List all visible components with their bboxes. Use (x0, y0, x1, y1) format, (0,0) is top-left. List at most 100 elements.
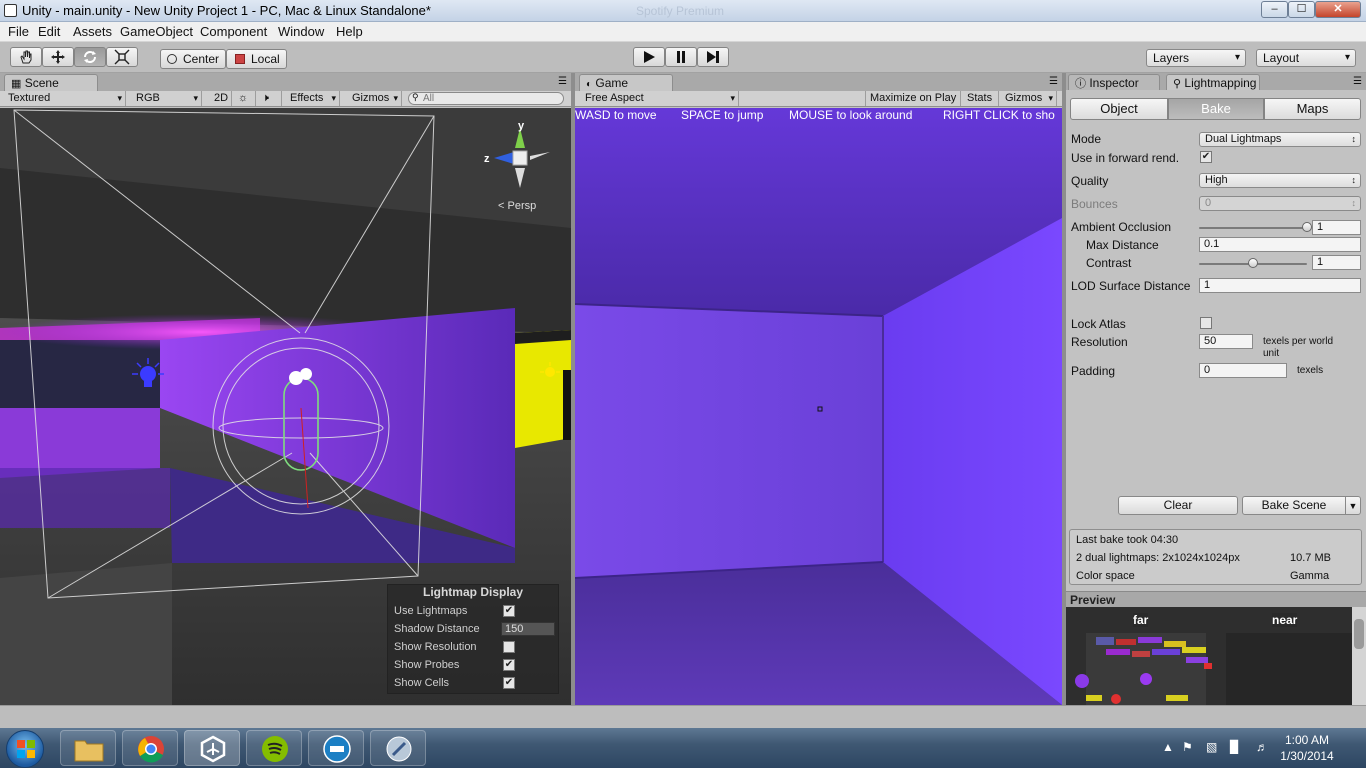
menu-assets[interactable]: Assets (73, 24, 112, 39)
lightmap-preview[interactable]: far near (1066, 607, 1366, 705)
show-probes-checkbox[interactable]: ✔ (503, 659, 515, 671)
max-distance-input[interactable]: 0.1 (1199, 237, 1361, 252)
speaker-icon: 🕨 (262, 92, 269, 104)
preview-scrollbar-thumb[interactable] (1354, 619, 1364, 649)
start-button[interactable] (6, 730, 44, 768)
taskbar-explorer[interactable] (60, 730, 116, 766)
menu-gameobject[interactable]: GameObject (120, 24, 193, 39)
pivot-center-button[interactable]: Center (160, 49, 226, 69)
tab-inspector[interactable]: ⓘ Inspector (1068, 74, 1160, 91)
taskbar-clock[interactable]: 1:00 AM 1/30/2014 (1272, 732, 1342, 764)
scene-grid-icon: ▦ (11, 78, 22, 90)
windows-logo-icon (17, 740, 35, 758)
taskbar-chrome[interactable] (122, 730, 178, 766)
clock-date: 1/30/2014 (1280, 749, 1334, 763)
taskbar-app[interactable] (370, 730, 426, 766)
volume-icon[interactable]: ♬ (1256, 740, 1268, 754)
tab-lightmapping[interactable]: ⚲ Lightmapping (1166, 74, 1260, 91)
segment-bake[interactable]: Bake (1168, 98, 1264, 120)
tab-game[interactable]: ◐ Game (579, 74, 673, 91)
menu-component[interactable]: Component (200, 24, 267, 39)
shadow-distance-input[interactable]: 150 (501, 622, 555, 636)
2d-toggle[interactable]: 2D (210, 91, 232, 106)
bake-info-box: Last bake took 04:30 2 dual lightmaps: 2… (1069, 529, 1362, 585)
hand-tool-button[interactable] (10, 47, 42, 67)
ambient-occlusion-slider-track[interactable] (1199, 227, 1307, 229)
scene-game-splitter[interactable] (571, 73, 575, 705)
resolution-input[interactable]: 50 (1199, 334, 1253, 349)
mode-dropdown[interactable]: Dual Lightmaps (1199, 132, 1361, 147)
effects-dropdown[interactable]: Effects (286, 91, 340, 106)
scene-search-input[interactable]: All (408, 92, 564, 105)
flag-icon[interactable]: ⚑ (1182, 740, 1193, 754)
preview-near-label: near (1272, 613, 1298, 627)
play-button[interactable] (633, 47, 665, 67)
move-tool-button[interactable] (42, 47, 74, 67)
taskbar-unity[interactable] (184, 730, 240, 766)
use-lightmaps-checkbox[interactable]: ✔ (503, 605, 515, 617)
bake-scene-button[interactable]: Bake Scene (1242, 496, 1346, 515)
scene-audio-toggle[interactable]: 🕨 (258, 91, 282, 106)
ambient-occlusion-input[interactable]: 1 (1312, 220, 1361, 235)
show-cells-checkbox[interactable]: ✔ (503, 677, 515, 689)
menu-help[interactable]: Help (336, 24, 363, 39)
scene-lighting-toggle[interactable]: ☼ (234, 91, 256, 106)
layers-dropdown[interactable]: Layers (1146, 49, 1246, 67)
clear-button[interactable]: Clear (1118, 496, 1238, 515)
search-icon: ⚲ (412, 92, 419, 102)
orientation-gizmo[interactable]: y z < Persp (480, 116, 560, 216)
game-tab-row: ◐ Game ☰ (575, 73, 1062, 91)
network-icon[interactable]: ▉ (1230, 740, 1239, 754)
quality-dropdown[interactable]: High (1199, 173, 1361, 188)
game-menu-icon[interactable]: ☰ (1049, 76, 1058, 87)
padding-input[interactable]: 0 (1199, 363, 1287, 378)
tab-scene[interactable]: ▦ Scene (4, 74, 98, 91)
lod-surface-distance-input[interactable]: 1 (1199, 278, 1361, 293)
channel-dropdown[interactable]: RGB (132, 91, 202, 106)
render-mode-dropdown[interactable]: Textured (4, 91, 126, 106)
taskbar-spotify[interactable] (246, 730, 302, 766)
pivot-icon (167, 54, 177, 64)
scene-menu-icon[interactable]: ☰ (558, 76, 567, 87)
device-icon[interactable]: ▧ (1206, 740, 1217, 754)
resolution-unit-line2: unit (1263, 348, 1280, 359)
rotate-tool-button[interactable] (74, 47, 106, 67)
maximize-on-play-toggle[interactable]: Maximize on Play (865, 91, 961, 106)
minimize-button[interactable]: ‒ (1261, 1, 1288, 18)
layout-dropdown[interactable]: Layout (1256, 49, 1356, 67)
preview-title: Preview (1070, 593, 1116, 607)
contrast-input[interactable]: 1 (1312, 255, 1361, 270)
aspect-dropdown[interactable]: Free Aspect (581, 91, 739, 106)
contrast-slider-knob[interactable] (1248, 258, 1258, 268)
game-gizmos-dropdown[interactable]: Gizmos (1001, 91, 1057, 106)
scene-gizmos-dropdown[interactable]: Gizmos (348, 91, 402, 106)
close-icon: ✕ (1333, 3, 1343, 15)
game-viewport[interactable]: WASD to move SPACE to jump MOUSE to look… (575, 108, 1062, 705)
segment-maps[interactable]: Maps (1264, 98, 1361, 120)
tray-expand-icon[interactable]: ▲ (1162, 740, 1174, 754)
ambient-occlusion-slider-knob[interactable] (1302, 222, 1312, 232)
menu-file[interactable]: File (8, 24, 29, 39)
preview-scrollbar[interactable] (1352, 607, 1366, 705)
stats-toggle[interactable]: Stats (963, 91, 999, 106)
forward-rendering-checkbox[interactable]: ✔ (1200, 151, 1212, 163)
step-button[interactable] (697, 47, 729, 67)
close-button[interactable]: ✕ (1315, 1, 1361, 18)
maximize-button[interactable]: ☐ (1288, 1, 1315, 18)
segment-object[interactable]: Object (1070, 98, 1168, 120)
dell-icon (323, 735, 351, 763)
menu-window[interactable]: Window (278, 24, 324, 39)
pivot-local-button[interactable]: Local (226, 49, 287, 69)
scale-tool-button[interactable] (106, 47, 138, 67)
bake-options-dropdown[interactable]: ▼ (1345, 496, 1361, 515)
system-tray: ▲ ⚑ ▧ ▉ ♬ (1160, 740, 1280, 756)
persp-label[interactable]: < Persp (498, 200, 536, 212)
lock-atlas-checkbox[interactable] (1200, 317, 1212, 329)
menu-edit[interactable]: Edit (38, 24, 60, 39)
inspector-menu-icon[interactable]: ☰ (1353, 76, 1362, 87)
show-resolution-checkbox[interactable] (503, 641, 515, 653)
move-icon (51, 50, 65, 64)
pause-button[interactable] (665, 47, 697, 67)
game-inspector-splitter[interactable] (1062, 73, 1066, 705)
taskbar-dell[interactable] (308, 730, 364, 766)
